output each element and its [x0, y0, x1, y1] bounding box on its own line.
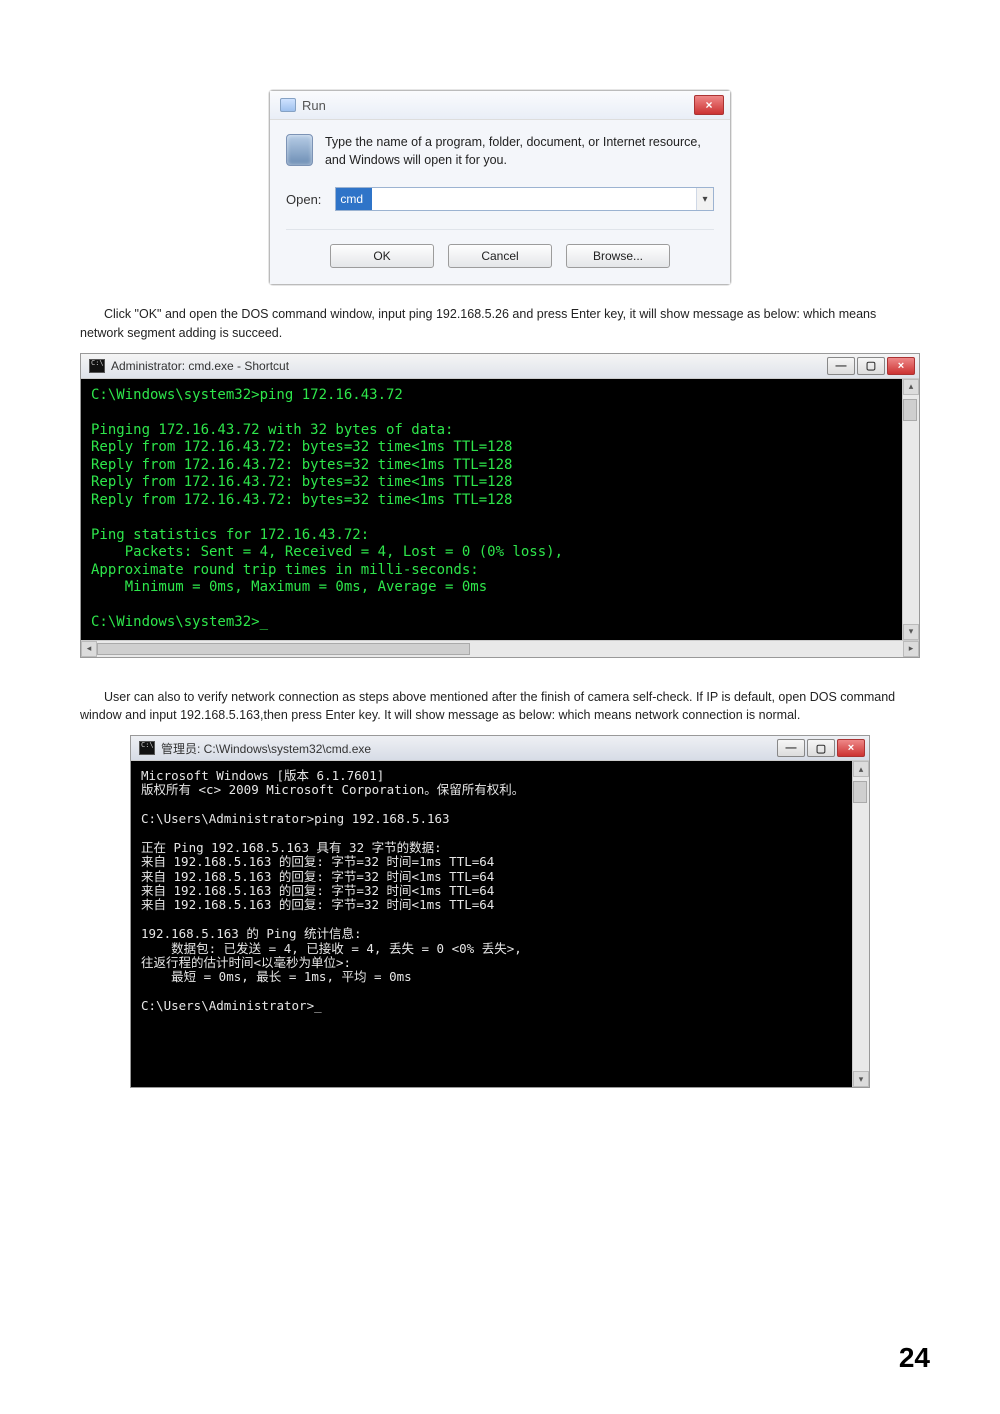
open-input-value[interactable]: cmd: [336, 188, 372, 210]
cmd1-output: C:\Windows\system32>ping 172.16.43.72 Pi…: [81, 379, 919, 640]
cmd-window-1: Administrator: cmd.exe - Shortcut — ▢ × …: [80, 353, 920, 658]
scroll-down-icon[interactable]: ▾: [853, 1071, 869, 1087]
cmd-icon: [89, 359, 105, 373]
run-dialog: Run × Type the name of a program, folder…: [269, 90, 731, 285]
scroll-right-icon[interactable]: ▸: [903, 641, 919, 657]
cmd-window-2: 管理员: C:\Windows\system32\cmd.exe — ▢ × M…: [130, 735, 870, 1088]
cancel-button[interactable]: Cancel: [448, 244, 552, 268]
scroll-up-icon[interactable]: ▴: [853, 761, 869, 777]
cmd2-titlebar: 管理员: C:\Windows\system32\cmd.exe — ▢ ×: [131, 736, 869, 761]
ok-button[interactable]: OK: [330, 244, 434, 268]
vertical-scrollbar[interactable]: ▴ ▾: [902, 379, 919, 640]
scroll-left-icon[interactable]: ◂: [81, 641, 97, 657]
close-button[interactable]: ×: [837, 739, 865, 757]
close-button[interactable]: ×: [694, 95, 724, 115]
page-number: 24: [899, 1342, 930, 1374]
cmd-icon: [139, 741, 155, 755]
cmd2-title: 管理员: C:\Windows\system32\cmd.exe: [161, 740, 371, 757]
h-scroll-thumb[interactable]: [97, 643, 470, 655]
scroll-thumb[interactable]: [903, 399, 917, 421]
close-button[interactable]: ×: [887, 357, 915, 375]
run-dialog-title: Run: [302, 98, 326, 113]
minimize-button[interactable]: —: [777, 739, 805, 757]
scroll-up-icon[interactable]: ▴: [903, 379, 919, 395]
doc-paragraph-1: Click "OK" and open the DOS command wind…: [80, 305, 920, 343]
horizontal-scrollbar[interactable]: ◂ ▸: [81, 640, 919, 657]
chevron-down-icon[interactable]: ▾: [696, 188, 713, 210]
cmd2-output: Microsoft Windows [版本 6.1.7601] 版权所有 <c>…: [131, 761, 869, 1087]
maximize-button[interactable]: ▢: [807, 739, 835, 757]
vertical-scrollbar[interactable]: ▴ ▾: [852, 761, 869, 1087]
run-dialog-icon: [280, 98, 296, 112]
cmd1-title: Administrator: cmd.exe - Shortcut: [111, 359, 289, 373]
run-description: Type the name of a program, folder, docu…: [325, 134, 714, 169]
maximize-button[interactable]: ▢: [857, 357, 885, 375]
cmd1-titlebar: Administrator: cmd.exe - Shortcut — ▢ ×: [81, 354, 919, 379]
run-dialog-titlebar: Run ×: [270, 91, 730, 120]
open-combobox[interactable]: cmd ▾: [335, 187, 714, 211]
scroll-thumb[interactable]: [853, 781, 867, 803]
run-program-icon: [286, 134, 313, 166]
minimize-button[interactable]: —: [827, 357, 855, 375]
scroll-down-icon[interactable]: ▾: [903, 624, 919, 640]
open-label: Open:: [286, 192, 321, 207]
doc-paragraph-2: User can also to verify network connecti…: [80, 688, 920, 726]
browse-button[interactable]: Browse...: [566, 244, 670, 268]
